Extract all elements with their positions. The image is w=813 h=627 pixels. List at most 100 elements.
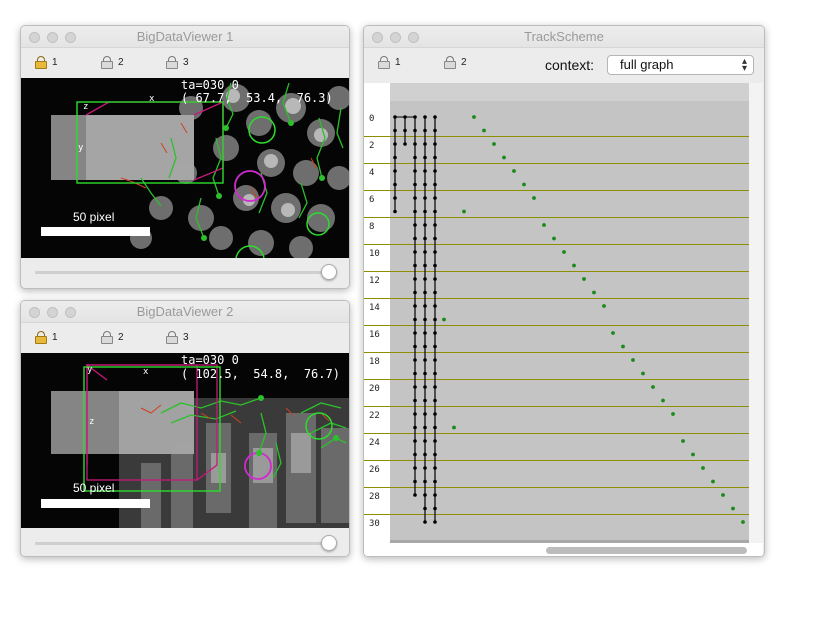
spot <box>433 371 437 376</box>
spot <box>433 263 437 268</box>
axis-label-y: y <box>78 143 84 153</box>
spot <box>423 169 427 173</box>
lock-icon <box>166 331 178 344</box>
spot <box>413 209 417 214</box>
trackscheme-graph-canvas[interactable]: 0 2 4 6 8 10 12 14 16 18 20 22 24 26 28 30 <box>364 83 763 556</box>
lock-2-button[interactable]: 2 <box>444 56 467 69</box>
horizontal-scrollbar[interactable] <box>546 547 747 554</box>
spot <box>671 412 675 416</box>
spot <box>433 128 437 133</box>
spot <box>433 398 437 403</box>
spot <box>413 223 417 227</box>
spot <box>433 182 437 187</box>
spot <box>413 344 417 349</box>
bdv2-titlebar[interactable]: BigDataViewer 2 <box>21 301 349 323</box>
spot <box>512 169 516 173</box>
spot <box>413 142 417 146</box>
lock-icon <box>166 56 178 69</box>
timepoint-slider[interactable] <box>35 264 337 280</box>
spot <box>423 209 427 214</box>
bdv1-titlebar[interactable]: BigDataViewer 1 <box>21 26 349 48</box>
spot <box>413 290 417 295</box>
spot <box>413 250 417 254</box>
slider-track <box>35 271 335 274</box>
spot <box>651 385 655 389</box>
bdv1-image-canvas[interactable]: z x y ta=030 0 ( 67.7, 53.4, 76.3) 50 pi… <box>21 78 349 258</box>
window-title: BigDataViewer 1 <box>136 29 234 44</box>
axis-label-z: z <box>83 102 89 112</box>
slider-knob[interactable] <box>321 535 337 551</box>
spot <box>582 277 586 281</box>
spot <box>433 358 437 362</box>
source-1-lock-button[interactable]: 1 <box>35 331 58 344</box>
row-label: 18 <box>369 357 380 367</box>
spot <box>433 412 437 416</box>
row-label: 10 <box>369 249 380 259</box>
lock-icon <box>101 56 113 69</box>
spot <box>423 142 427 146</box>
source-3-lock-button[interactable]: 3 <box>166 56 189 69</box>
spot <box>413 128 417 133</box>
spot <box>413 196 417 200</box>
spot <box>433 250 437 254</box>
spot <box>433 466 437 470</box>
spot <box>681 439 685 443</box>
spot <box>393 142 397 146</box>
source-2-lock-button[interactable]: 2 <box>101 331 124 344</box>
slider-knob[interactable] <box>321 264 337 280</box>
spot <box>423 466 427 470</box>
lock-1-button[interactable]: 1 <box>378 56 401 69</box>
spot <box>423 331 427 335</box>
scale-bar-label: 50 pixel <box>73 210 115 224</box>
source-3-lock-button[interactable]: 3 <box>166 331 189 344</box>
spot <box>393 209 397 214</box>
spot <box>641 371 645 376</box>
bdv2-window: BigDataViewer 2 1 2 3 y x z ta=030 0 (1… <box>20 300 350 557</box>
trackscheme-titlebar[interactable]: TrackScheme <box>364 26 764 48</box>
spot <box>423 115 427 119</box>
spot <box>393 196 397 200</box>
spot <box>393 155 397 160</box>
spot <box>482 128 486 133</box>
spot <box>621 344 625 349</box>
trackscheme-window: TrackScheme 1 2 context: full graph ▴ ▾ 0… <box>363 25 765 557</box>
source-1-lock-button[interactable]: 1 <box>35 56 58 69</box>
context-select[interactable]: full graph ▴ ▾ <box>607 55 754 75</box>
spot <box>433 304 437 308</box>
timepoint-slider[interactable] <box>35 535 337 551</box>
track-graph: 024681012141618202224262830 <box>364 83 763 556</box>
spot <box>433 385 437 389</box>
spot <box>433 169 437 173</box>
spot <box>433 452 437 457</box>
bdv1-source-toolbar: 1 2 3 <box>21 48 349 78</box>
spot <box>423 371 427 376</box>
spot <box>413 182 417 187</box>
scale-bar <box>41 227 150 236</box>
bdv2-source-toolbar: 1 2 3 <box>21 323 349 353</box>
spot <box>661 398 665 403</box>
spot <box>611 331 615 335</box>
scale-bar-label: 50 pixel <box>73 481 115 495</box>
spot <box>413 263 417 268</box>
spot <box>413 331 417 335</box>
spot <box>403 128 407 133</box>
spot <box>423 439 427 443</box>
spot <box>423 412 427 416</box>
spot <box>433 277 437 281</box>
spot <box>433 142 437 146</box>
row-label: 16 <box>369 330 380 340</box>
spot <box>413 466 417 470</box>
spot <box>423 223 427 227</box>
spot <box>413 304 417 308</box>
bdv2-image-canvas[interactable]: y x z ta=030 0 ( 102.5, 54.8, 76.7) 50 p… <box>21 353 349 528</box>
updown-chevron-icon: ▴ ▾ <box>741 56 747 74</box>
lock-icon <box>444 56 456 69</box>
spot <box>413 439 417 443</box>
spot <box>433 344 437 349</box>
spot <box>423 479 427 484</box>
spot <box>423 317 427 322</box>
spot <box>393 169 397 173</box>
row-label: 4 <box>369 168 374 178</box>
source-2-lock-button[interactable]: 2 <box>101 56 124 69</box>
spot <box>572 263 576 268</box>
